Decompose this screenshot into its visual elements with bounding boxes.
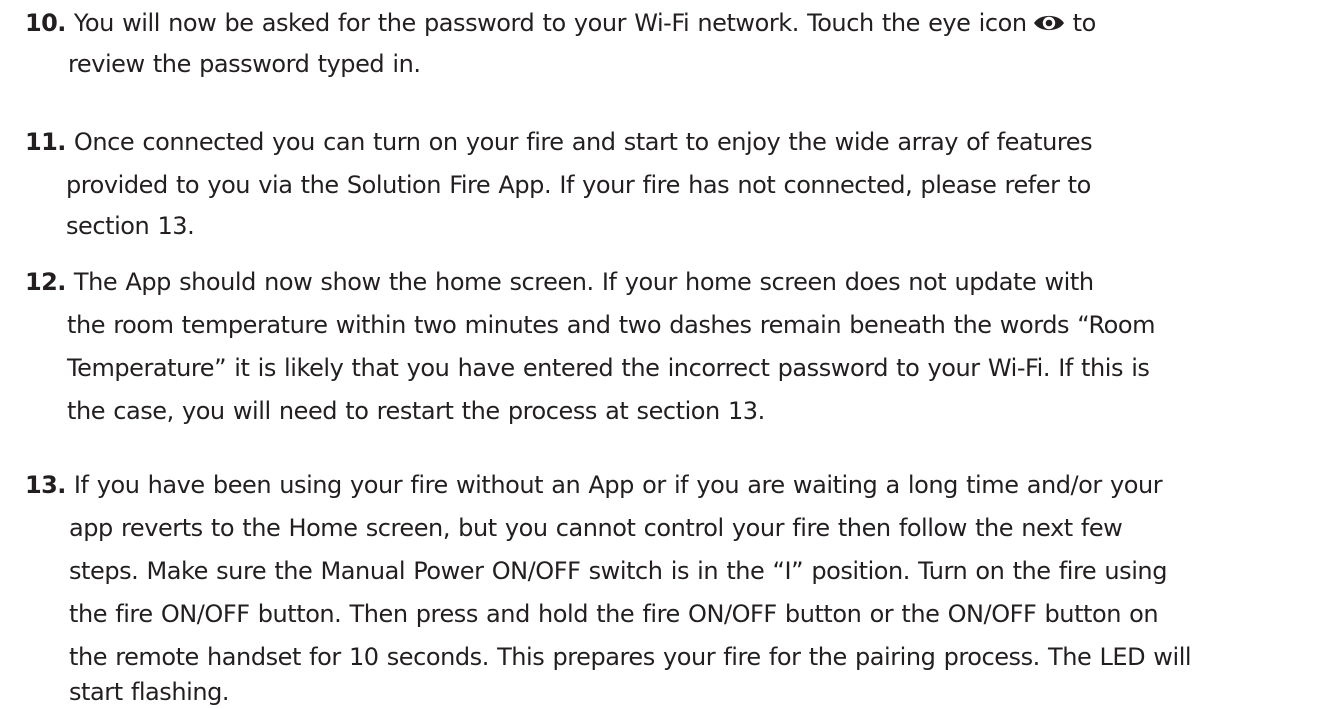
step-text: app reverts to the Home screen, but you … <box>69 514 1123 542</box>
step-text: start flashing. <box>69 678 230 706</box>
step-number: 13. <box>25 471 66 499</box>
step-text: to <box>1072 9 1097 37</box>
step-text: The App should now show the home screen.… <box>73 268 1094 296</box>
step-text: the fire ON/OFF button. Then press and h… <box>69 600 1159 628</box>
step-number: 10. <box>25 9 66 37</box>
step-10-first-line: 10. You will now be asked for the passwo… <box>25 8 1096 38</box>
step-text: You will now be asked for the password t… <box>73 9 1027 37</box>
step-text: If you have been using your fire without… <box>73 471 1163 499</box>
step-text: the remote handset for 10 seconds. This … <box>69 643 1192 671</box>
step-text: steps. Make sure the Manual Power ON/OFF… <box>69 557 1167 585</box>
step-text: the room temperature within two minutes … <box>67 311 1156 339</box>
step-text: provided to you via the Solution Fire Ap… <box>66 171 1091 199</box>
step-text: the case, you will need to restart the p… <box>67 397 765 425</box>
step-text: Once connected you can turn on your fire… <box>73 128 1093 156</box>
eye-icon <box>1033 15 1064 31</box>
step-13-first-line: 13. If you have been using your fire wit… <box>25 470 1163 500</box>
step-text: section 13. <box>66 212 195 240</box>
step-11-first-line: 11. Once connected you can turn on your … <box>25 127 1093 157</box>
step-12-first-line: 12. The App should now show the home scr… <box>25 267 1094 297</box>
step-text: Temperature” it is likely that you have … <box>67 354 1150 382</box>
step-number: 12. <box>25 268 66 296</box>
step-text: review the password typed in. <box>68 50 421 78</box>
step-number: 11. <box>25 128 66 156</box>
